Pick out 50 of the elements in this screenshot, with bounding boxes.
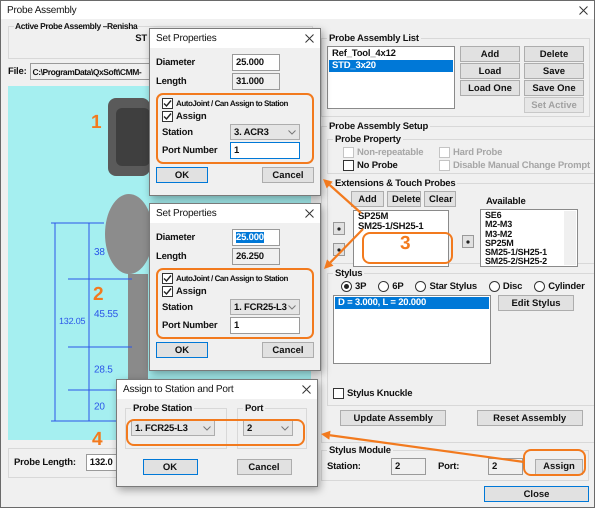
checkbox-label: Assign bbox=[176, 111, 206, 122]
checkbox-label: Stylus Knuckle bbox=[347, 388, 412, 399]
field-label: Station bbox=[162, 126, 194, 138]
dialog-title: Set Properties bbox=[156, 33, 217, 44]
station-label: Station: bbox=[327, 461, 362, 472]
checkbox-label: Hard Probe bbox=[453, 147, 502, 158]
step-number: 2 bbox=[93, 284, 104, 306]
checkbox-label: Disable Manual Change Prompt bbox=[453, 160, 590, 171]
probe-length-label: Probe Length: bbox=[14, 457, 76, 468]
radio-label: Cylinder bbox=[548, 281, 585, 292]
window-title: Probe Assembly bbox=[7, 4, 76, 16]
file-label: File: bbox=[8, 66, 27, 77]
dialog-title: Set Properties bbox=[156, 208, 217, 219]
group-title: Probe Assembly Setup bbox=[328, 121, 430, 132]
group-title: Probe Assembly List bbox=[328, 33, 420, 44]
port-label: Port: bbox=[438, 461, 460, 472]
field-label: Diameter bbox=[156, 232, 196, 243]
group-title: Stylus Module bbox=[328, 445, 392, 456]
group-title: Extensions & Touch Probes bbox=[334, 178, 456, 189]
field-label: Port Number bbox=[162, 145, 218, 156]
step-number: 4 bbox=[92, 429, 102, 451]
dialog-title: Assign to Station and Port bbox=[123, 384, 234, 395]
dimension-label: 20 bbox=[94, 402, 105, 412]
checkbox-label: No Probe bbox=[357, 160, 398, 171]
field-value: 25.000 bbox=[236, 232, 264, 243]
radio-label: 6P bbox=[392, 281, 404, 292]
field-label: Station bbox=[162, 302, 194, 312]
available-label: Available bbox=[485, 196, 527, 207]
station-field: 2 bbox=[391, 458, 426, 475]
field-label: Length bbox=[156, 251, 188, 262]
radio-label: Star Stylus bbox=[429, 281, 477, 292]
group-title: Probe Station bbox=[132, 403, 194, 414]
dimension-label: 28.5 bbox=[94, 364, 113, 376]
group-title: Port bbox=[244, 403, 264, 414]
radio-label: 3P bbox=[355, 281, 366, 292]
assembly-name: ST bbox=[135, 33, 147, 44]
field-label: Port Number bbox=[162, 320, 218, 331]
dimension-label: 45.55 bbox=[94, 309, 118, 320]
checkbox-label: AutoJoint / Can Assign to Station bbox=[176, 274, 288, 283]
group-title: Stylus bbox=[334, 268, 364, 279]
radio-label: Disc bbox=[502, 281, 522, 292]
step-number: 3 bbox=[400, 233, 410, 255]
group-title: Probe Property bbox=[334, 134, 402, 145]
checkbox-label: Non-repeatable bbox=[357, 147, 424, 158]
dimension-label: 38 bbox=[94, 247, 105, 258]
group-title: Active Probe Assembly –Renisha bbox=[14, 21, 138, 31]
step-number: 1 bbox=[91, 112, 102, 134]
checkbox-label: AutoJoint / Can Assign to Station bbox=[176, 99, 288, 108]
checkbox-label: Assign bbox=[176, 286, 206, 297]
dimension-label: 132.05 bbox=[59, 316, 86, 326]
